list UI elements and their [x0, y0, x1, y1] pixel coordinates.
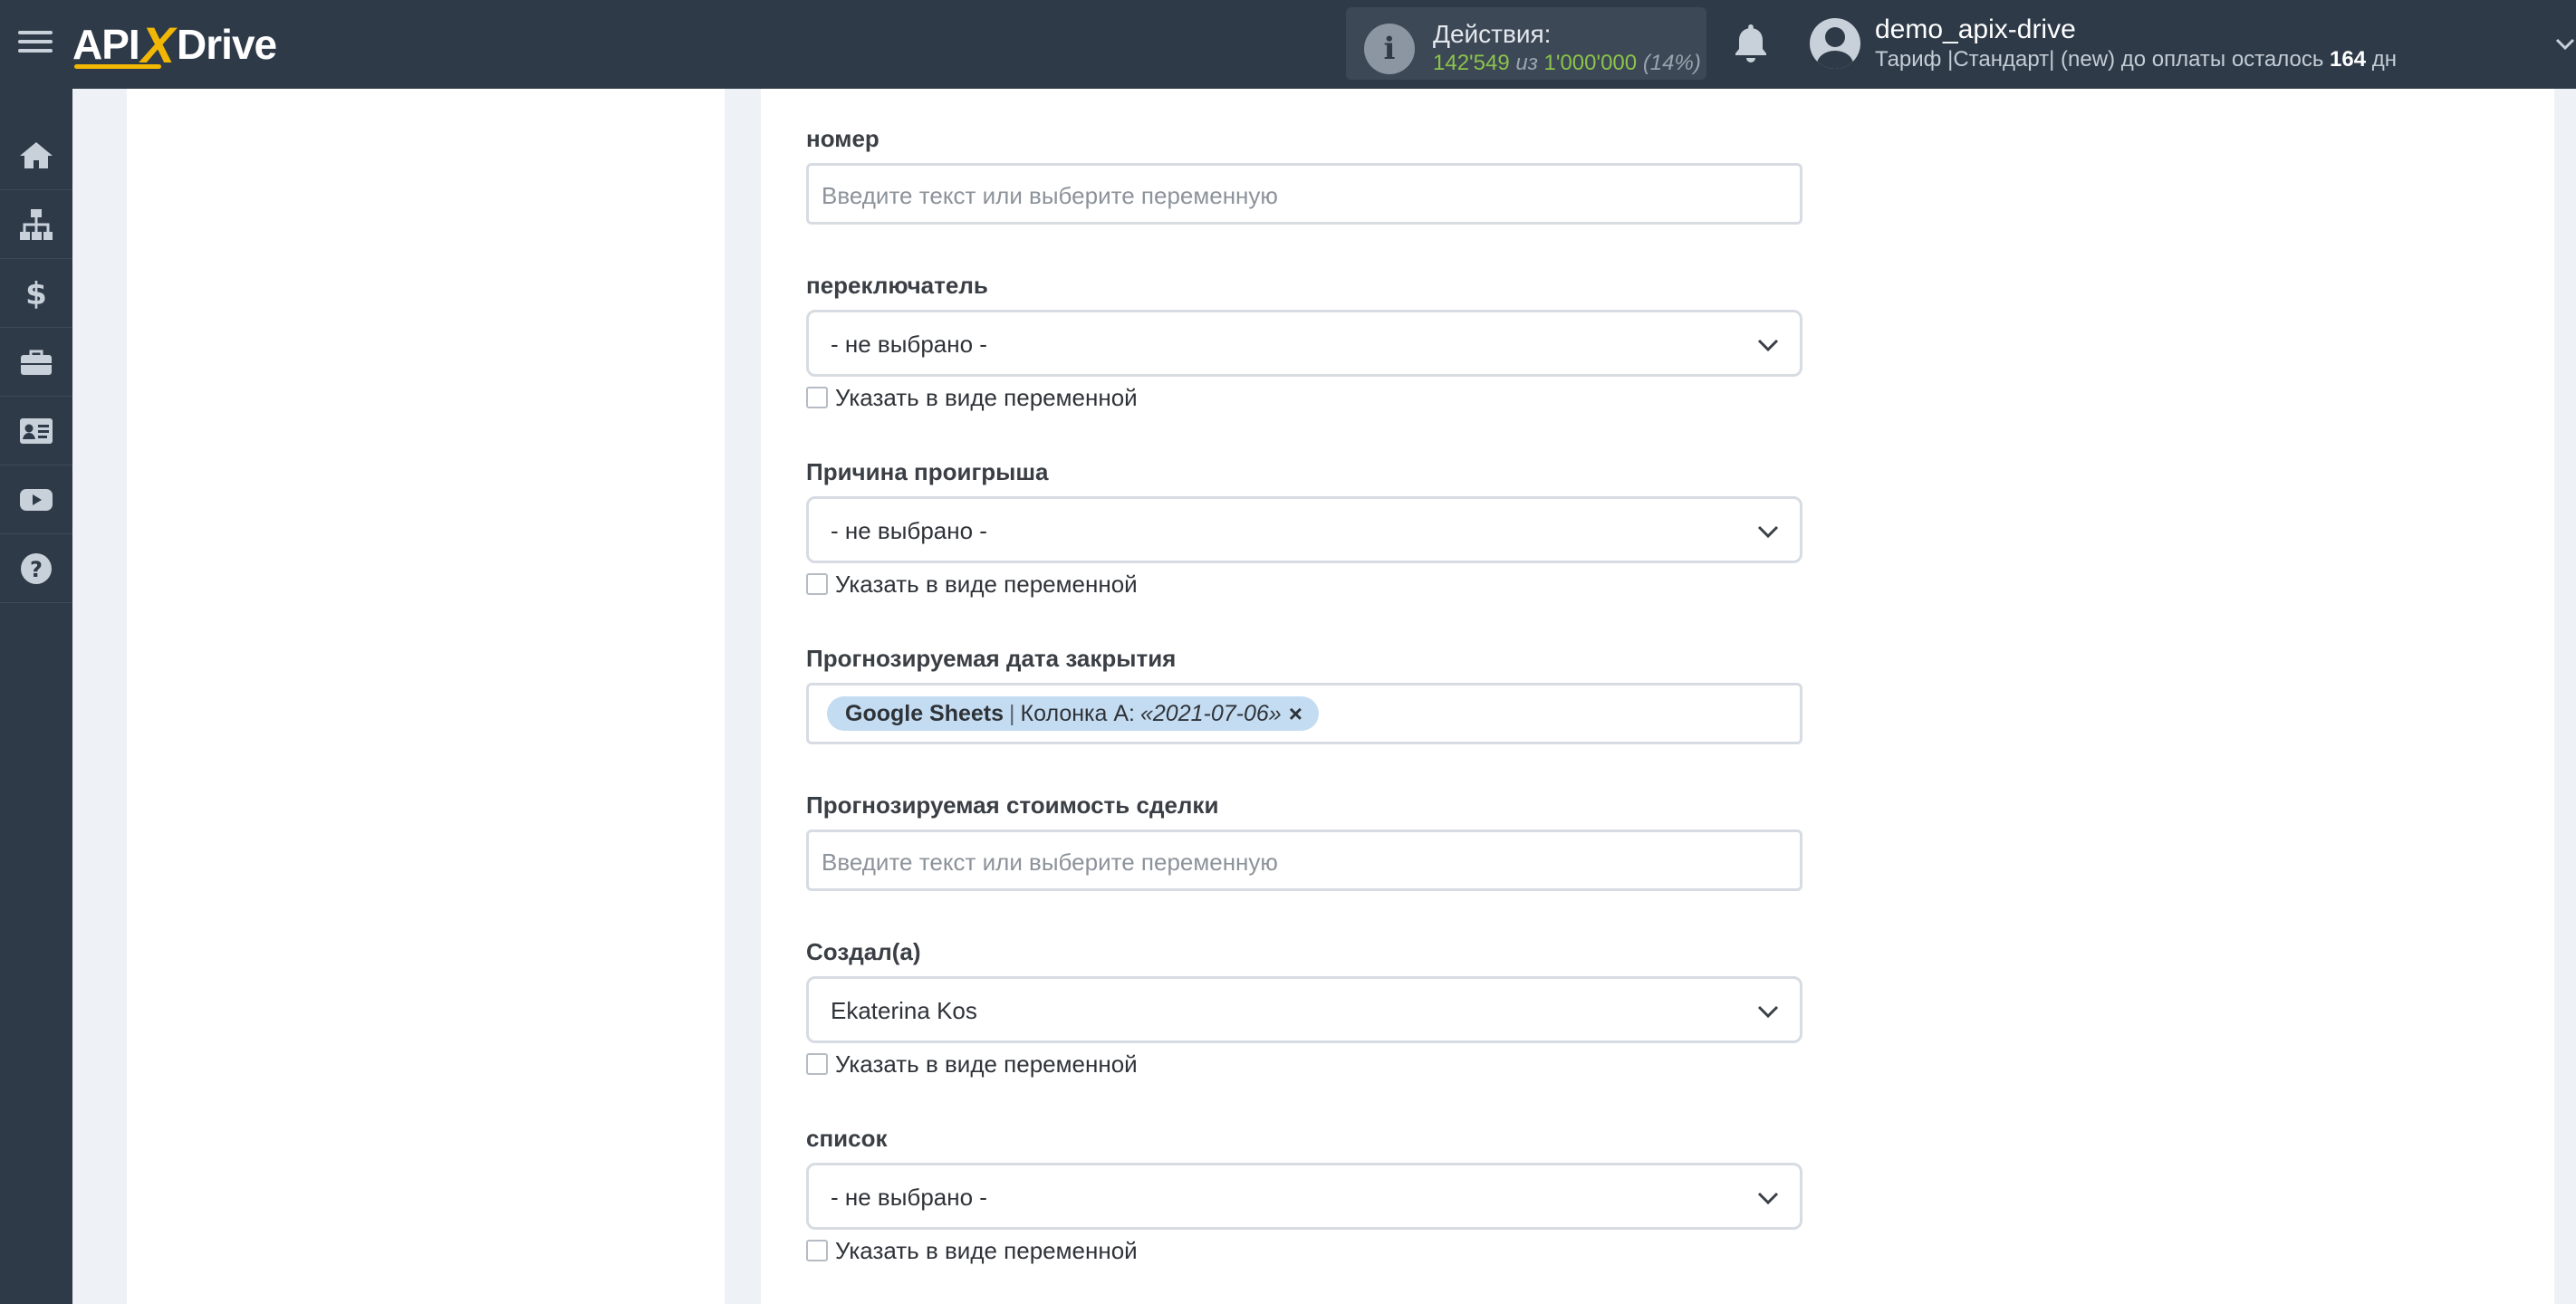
field-label-created-by: Создал(а): [806, 938, 921, 965]
field-label-deal-value: Прогнозируемая стоимость сделки: [806, 791, 1219, 819]
top-bar: API X Drive i Действия: 142'549 из 1'000…: [0, 0, 2576, 89]
list-select[interactable]: - не выбрано -: [806, 1163, 1802, 1230]
sidebar-item-contacts[interactable]: [0, 397, 72, 465]
left-panel: [127, 89, 725, 1304]
sidebar-item-services[interactable]: [0, 328, 72, 397]
field-label-close-date: Прогнозируемая дата закрытия: [806, 645, 1177, 672]
close-date-input[interactable]: Google Sheets | Колонка А: «2021-07-06» …: [806, 683, 1802, 744]
sidebar: $ ?: [0, 89, 72, 1304]
field-label-list: список: [806, 1125, 888, 1152]
actions-counter[interactable]: i Действия: 142'549 из 1'000'000 (14%): [1346, 7, 1706, 80]
loss-reason-select[interactable]: - не выбрано -: [806, 496, 1802, 563]
deal-value-input[interactable]: Введите текст или выберите переменную: [806, 829, 1802, 891]
chevron-down-icon[interactable]: [2554, 33, 2576, 54]
svg-text:?: ?: [30, 557, 43, 582]
created-by-as-variable-checkbox[interactable]: Указать в виде переменной: [806, 1050, 1138, 1078]
chevron-down-icon: [1757, 1005, 1779, 1019]
chevron-down-icon: [1757, 1192, 1779, 1205]
apix-drive-logo[interactable]: API X Drive: [72, 13, 277, 76]
variable-tag[interactable]: Google Sheets | Колонка А: «2021-07-06» …: [827, 696, 1319, 731]
sidebar-item-billing[interactable]: $: [0, 259, 72, 328]
home-icon: [20, 141, 53, 168]
hamburger-menu-icon[interactable]: [18, 25, 53, 62]
sidebar-item-connections[interactable]: [0, 190, 72, 259]
dollar-icon: $: [25, 276, 47, 312]
sidebar-item-video[interactable]: [0, 465, 72, 534]
field-label-nomer: номер: [806, 125, 879, 152]
user-name[interactable]: demo_apix-drive: [1875, 14, 2076, 45]
youtube-icon: [20, 488, 53, 511]
chevron-down-icon: [1757, 525, 1779, 539]
switch-select[interactable]: - не выбрано -: [806, 310, 1802, 377]
nomer-input[interactable]: Введите текст или выберите переменную: [806, 163, 1802, 225]
sitemap-icon: [20, 208, 53, 240]
svg-text:$: $: [25, 276, 47, 312]
briefcase-icon: [21, 350, 52, 375]
chevron-down-icon: [1757, 339, 1779, 352]
user-avatar[interactable]: [1810, 18, 1860, 69]
field-label-switch: переключатель: [806, 272, 988, 299]
user-plan: Тариф |Стандарт| (new) до оплаты осталос…: [1875, 47, 2398, 72]
field-label-loss-reason: Причина проигрыша: [806, 458, 1049, 485]
actions-label: Действия:: [1433, 20, 1552, 48]
bell-icon[interactable]: [1732, 22, 1770, 65]
created-by-select[interactable]: Ekaterina Kos: [806, 976, 1802, 1043]
loss-reason-as-variable-checkbox[interactable]: Указать в виде переменной: [806, 570, 1138, 598]
contact-card-icon: [20, 417, 53, 444]
list-as-variable-checkbox[interactable]: Указать в виде переменной: [806, 1237, 1138, 1264]
remove-tag-icon[interactable]: ×: [1289, 700, 1302, 728]
switch-as-variable-checkbox[interactable]: Указать в виде переменной: [806, 384, 1138, 411]
help-icon: ?: [21, 552, 52, 584]
sidebar-item-help[interactable]: ?: [0, 534, 72, 603]
actions-value: 142'549 из 1'000'000 (14%): [1433, 51, 1701, 75]
sidebar-item-home[interactable]: [0, 121, 72, 190]
info-icon: i: [1364, 24, 1415, 74]
